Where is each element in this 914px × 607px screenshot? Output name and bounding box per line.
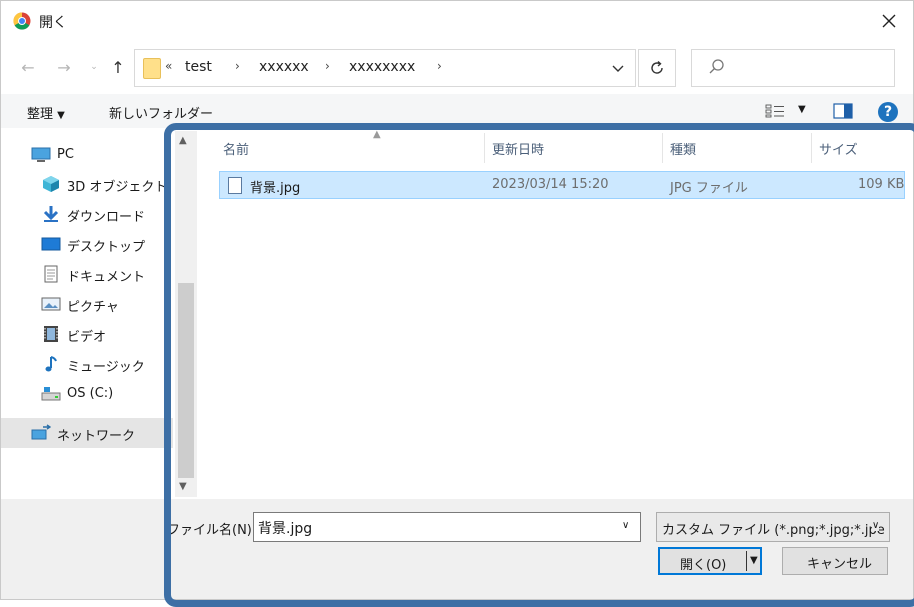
download-icon <box>43 206 59 222</box>
cancel-button[interactable]: キャンセル <box>782 547 888 575</box>
sidebar-item-pc[interactable]: PC <box>1 141 173 169</box>
back-button[interactable]: ← <box>17 55 39 79</box>
chevron-down-icon[interactable]: ∨ <box>622 520 629 531</box>
organize-button[interactable]: 整理 ▼ <box>27 103 65 122</box>
network-icon <box>31 424 51 440</box>
file-list: ▲ 名前 更新日時 種類 サイズ 背景.jpg 2023/03/14 15:20… <box>201 129 909 499</box>
scroll-down-icon[interactable]: ▼ <box>179 481 187 492</box>
arrow-left-icon: ← <box>21 57 35 77</box>
refresh-button[interactable] <box>638 49 676 87</box>
arrow-right-icon: → <box>57 57 71 77</box>
file-row[interactable]: 背景.jpg 2023/03/14 15:20 JPG ファイル 109 KB <box>219 171 905 199</box>
sidebar-item-documents[interactable]: ドキュメント <box>1 260 173 288</box>
filetype-value: カスタム ファイル (*.png;*.jpg;*.jpe <box>662 523 885 538</box>
column-header-name[interactable]: 名前 <box>223 139 249 158</box>
forward-button[interactable]: → <box>53 55 75 79</box>
file-type: JPG ファイル <box>670 181 748 196</box>
filetype-select[interactable]: カスタム ファイル (*.png;*.jpg;*.jpe ∨ <box>656 512 890 542</box>
desktop-icon <box>41 237 61 251</box>
sort-ascending-icon: ▲ <box>373 129 381 140</box>
column-divider[interactable] <box>811 133 812 163</box>
window-title: 開く <box>39 15 67 31</box>
close-icon <box>882 14 896 28</box>
chevron-right-icon: › <box>437 59 442 73</box>
dropdown-arrow-icon[interactable]: ▼ <box>750 555 758 566</box>
chevron-right-icon: › <box>325 59 330 73</box>
chevron-down-icon: ⌄ <box>90 62 98 72</box>
sidebar-item-music[interactable]: ミュージック <box>1 350 173 378</box>
chevron-down-icon[interactable] <box>609 59 627 77</box>
documents-icon <box>44 265 58 283</box>
sidebar-item-downloads[interactable]: ダウンロード <box>1 200 173 228</box>
sidebar-item-3d-objects[interactable]: 3D オブジェクト <box>1 170 173 198</box>
dialog-footer: ファイル名(N): 背景.jpg ∨ カスタム ファイル (*.png;*.jp… <box>1 499 913 599</box>
navigation-scrollbar[interactable]: ▲ ▼ <box>175 131 197 497</box>
arrow-up-icon: ↑ <box>111 57 125 77</box>
address-bar[interactable]: « test › xxxxxx › xxxxxxxx › <box>134 49 636 87</box>
pictures-icon <box>41 297 61 311</box>
title-bar: 開く <box>1 1 913 41</box>
scrollbar-thumb[interactable] <box>178 283 194 478</box>
sidebar-item-videos[interactable]: ビデオ <box>1 320 173 348</box>
split-divider <box>746 551 747 571</box>
sidebar-item-desktop[interactable]: デスクトップ <box>1 230 173 258</box>
file-modified: 2023/03/14 15:20 <box>492 177 609 192</box>
scroll-up-icon[interactable]: ▲ <box>179 135 187 146</box>
sidebar-item-pictures[interactable]: ピクチャ <box>1 290 173 318</box>
chevron-right-icon: › <box>235 59 240 73</box>
view-options-icon[interactable] <box>765 104 785 118</box>
videos-icon <box>44 326 58 342</box>
sidebar-item-network[interactable]: ネットワーク <box>1 418 173 448</box>
view-dropdown-icon[interactable]: ▼ <box>798 104 806 115</box>
new-folder-button[interactable]: 新しいフォルダー <box>109 103 213 122</box>
filename-value[interactable]: 背景.jpg <box>258 518 312 538</box>
breadcrumb-item[interactable]: xxxxxxxx <box>349 59 415 75</box>
drive-icon <box>41 387 61 401</box>
help-icon[interactable]: ? <box>878 102 898 122</box>
file-size: 109 KB <box>858 177 905 192</box>
open-file-dialog: 開く ← → ⌄ ↑ « test › xxxxxx › xxxxxxxx › <box>0 0 914 607</box>
chrome-icon <box>13 12 31 30</box>
column-header-type[interactable]: 種類 <box>670 139 696 158</box>
breadcrumb-item[interactable]: test <box>185 59 212 75</box>
navigation-pane: PC 3D オブジェクト ダウンロード デスクトップ ドキュメント ピクチャ ビ… <box>1 129 173 499</box>
dropdown-arrow-icon: ▼ <box>57 110 65 121</box>
breadcrumb-overflow[interactable]: « <box>165 59 172 73</box>
open-button[interactable]: 開く(O) ▼ <box>658 547 762 575</box>
column-divider[interactable] <box>484 133 485 163</box>
music-icon <box>45 356 57 372</box>
sidebar-item-os-drive[interactable]: OS (C:) <box>1 380 173 408</box>
close-button[interactable] <box>873 7 905 35</box>
column-header-size[interactable]: サイズ <box>819 139 858 158</box>
search-icon <box>709 59 724 74</box>
file-name: 背景.jpg <box>250 181 301 196</box>
chevron-down-icon[interactable]: ∨ <box>872 520 880 531</box>
command-bar: 整理 ▼ 新しいフォルダー ▼ ? <box>1 94 913 128</box>
3d-objects-icon <box>43 176 59 192</box>
column-header-modified[interactable]: 更新日時 <box>492 139 544 158</box>
filename-input[interactable]: 背景.jpg ∨ <box>253 512 641 542</box>
folder-icon <box>143 58 161 79</box>
search-box[interactable] <box>691 49 895 87</box>
recent-locations-button[interactable]: ⌄ <box>83 55 105 79</box>
pc-icon <box>31 147 51 162</box>
breadcrumb-item[interactable]: xxxxxx <box>259 59 309 75</box>
preview-pane-icon[interactable] <box>833 103 853 119</box>
up-button[interactable]: ↑ <box>107 55 129 79</box>
column-divider[interactable] <box>662 133 663 163</box>
image-file-icon <box>228 177 242 194</box>
refresh-icon <box>651 60 663 74</box>
filename-label: ファイル名(N): <box>167 523 257 538</box>
